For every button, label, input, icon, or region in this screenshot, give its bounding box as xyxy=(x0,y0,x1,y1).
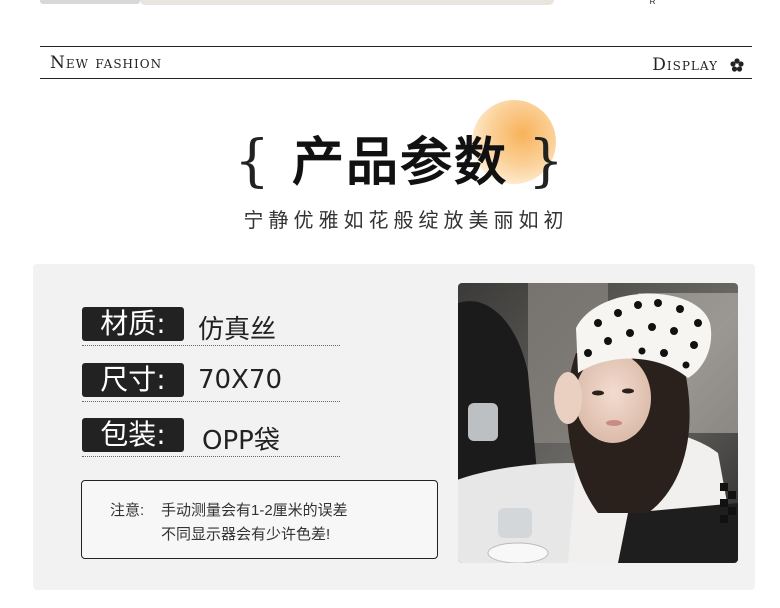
title-text: 产品参数 xyxy=(291,133,508,193)
spec-row-size: 尺寸: 70X70 xyxy=(82,363,340,402)
header-band: New fashion Display xyxy=(40,46,752,79)
note-line-2: 不同显示器会有少许色差! xyxy=(161,526,331,543)
new-fashion-label: New fashion xyxy=(50,53,163,73)
product-photo xyxy=(458,283,738,563)
previous-section-edge-2 xyxy=(140,0,554,5)
spec-row-material: 材质: 仿真丝 xyxy=(82,307,340,346)
spec-label: 包装: xyxy=(82,418,184,452)
page-title: { 产品参数 } xyxy=(234,120,566,195)
subtitle: 宁静优雅如花般绽放美丽如初 xyxy=(243,208,569,232)
title-area: { 产品参数 } xyxy=(0,120,780,195)
spec-value: OPP袋 xyxy=(202,426,280,456)
flower-icon xyxy=(730,58,744,72)
spec-label: 材质: xyxy=(82,307,184,341)
note-line-1: 手动测量会有1-2厘米的误差 xyxy=(161,502,348,519)
note-prefix: 注意: xyxy=(110,502,145,519)
brace-close: } xyxy=(528,129,566,194)
measurement-note: 注意: 手动测量会有1-2厘米的误差 不同显示器会有少许色差! xyxy=(81,480,438,559)
top-fragment: ᴿ xyxy=(650,0,656,10)
spec-value: 70X70 xyxy=(198,365,282,395)
spec-label: 尺寸: xyxy=(82,363,184,397)
display-label: Display xyxy=(652,55,718,75)
previous-section-edge xyxy=(40,0,140,4)
brace-open: { xyxy=(234,129,272,194)
spec-row-packaging: 包装: OPP袋 xyxy=(82,418,340,457)
spec-value: 仿真丝 xyxy=(198,315,277,345)
